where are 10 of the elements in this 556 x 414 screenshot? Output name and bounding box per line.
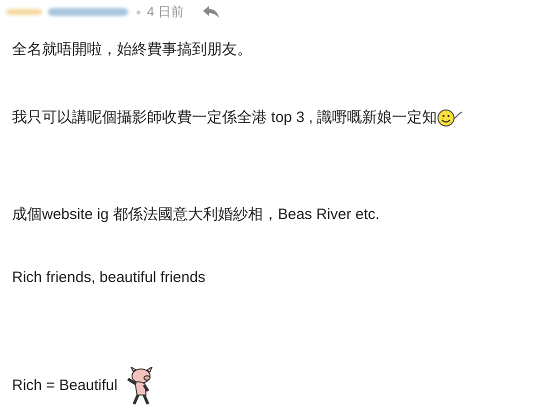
- post-text: 我只可以講呢個攝影師收費一定係全港 top 3 , 識嘢嘅新娘一定知: [12, 108, 438, 128]
- post-text: Rich = Beautiful: [12, 376, 118, 396]
- post-text: Rich friends, beautiful friends: [12, 268, 206, 288]
- post-text: 全名就唔開啦，始終費事搞到朋友。: [12, 40, 252, 60]
- reply-icon[interactable]: [202, 5, 220, 19]
- post-time: 4 日前: [147, 3, 184, 21]
- post-text: 成個website ig 都係法國意大利婚紗相，Beas River etc.: [12, 205, 380, 225]
- pig-drawing: [125, 367, 156, 405]
- separator-dot-icon: [136, 10, 141, 14]
- smiley-icon: [437, 108, 464, 128]
